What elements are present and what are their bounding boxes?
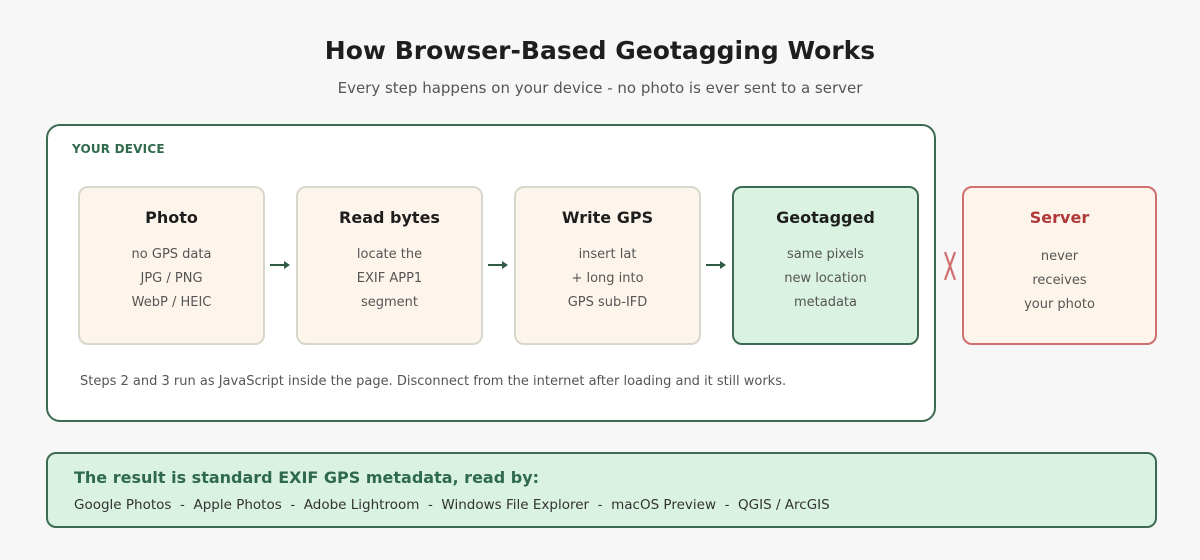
step-line: insert lat — [578, 247, 637, 262]
device-note: Steps 2 and 3 run as JavaScript inside t… — [80, 374, 787, 389]
step-line: segment — [360, 295, 419, 310]
result-panel — [46, 452, 1157, 528]
result-title: The result is standard EXIF GPS metadata… — [74, 468, 540, 487]
step-read-bytes: Read bytes locate the EXIF APP1 segment — [296, 186, 483, 345]
right-arrow-icon — [270, 261, 290, 269]
step-line: locate the — [356, 247, 423, 262]
device-label: YOUR DEVICE — [72, 142, 165, 156]
step-line: metadata — [793, 295, 857, 310]
step-line: WebP / HEIC — [131, 295, 212, 310]
page-subtitle: Every step happens on your device - no p… — [337, 79, 863, 97]
server-line: your photo — [1024, 297, 1095, 312]
step-line: new location — [784, 271, 867, 286]
step-photo: Photo no GPS data JPG / PNG WebP / HEIC — [78, 186, 265, 345]
step-title: Write GPS — [561, 208, 654, 227]
step-line: JPG / PNG — [140, 271, 203, 286]
step-title: Read bytes — [339, 208, 440, 227]
step-line: GPS sub-IFD — [567, 295, 648, 310]
blocked-connection-icon — [943, 251, 957, 281]
server-line: never — [1040, 249, 1079, 264]
step-line: + long into — [571, 271, 644, 286]
step-geotagged: Geotagged same pixels new location metad… — [732, 186, 919, 345]
step-title: Geotagged — [776, 208, 875, 227]
step-write-gps: Write GPS insert lat + long into GPS sub… — [514, 186, 701, 345]
server-line: receives — [1032, 273, 1087, 288]
right-arrow-icon — [488, 261, 508, 269]
step-title: Photo — [145, 208, 198, 227]
step-line: no GPS data — [131, 247, 212, 262]
page-title: How Browser-Based Geotagging Works — [324, 36, 876, 65]
server-title: Server — [1029, 208, 1090, 227]
step-line: EXIF APP1 — [356, 271, 423, 286]
step-line: same pixels — [786, 247, 865, 262]
server-box: Server never receives your photo — [962, 186, 1157, 345]
right-arrow-icon — [706, 261, 726, 269]
result-apps-list: Google Photos - Apple Photos - Adobe Lig… — [74, 497, 830, 513]
